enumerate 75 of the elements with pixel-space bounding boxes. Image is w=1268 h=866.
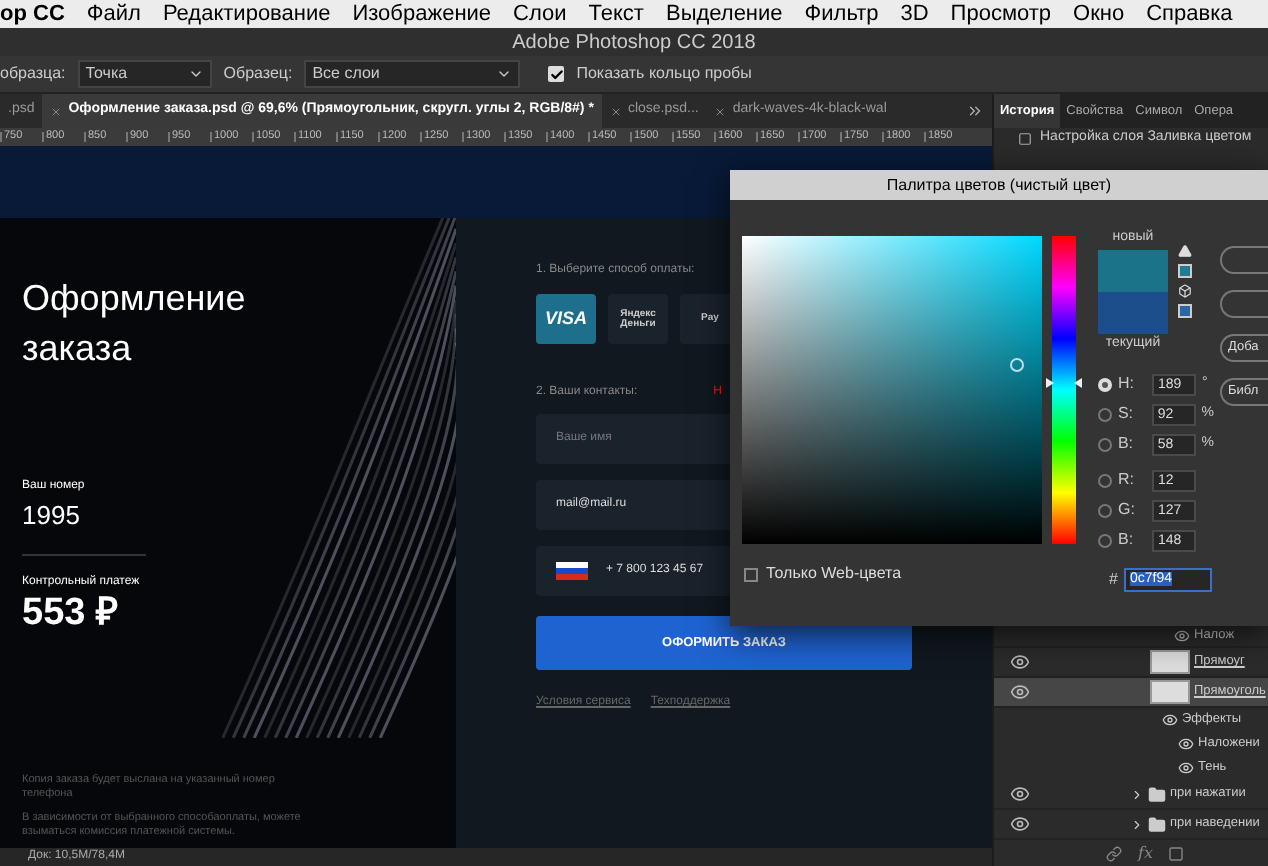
ring-checkbox[interactable] bbox=[548, 66, 565, 82]
current-color-swatch[interactable] bbox=[1098, 291, 1168, 333]
gamut-swatch[interactable] bbox=[1178, 264, 1192, 278]
value-label: S: bbox=[1117, 402, 1136, 426]
mode-radio[interactable] bbox=[1098, 533, 1112, 547]
dialog-title: Палитра цветов (чистый цвет) bbox=[886, 173, 1112, 197]
expand-icon[interactable] bbox=[1130, 817, 1144, 831]
mode-radio[interactable] bbox=[1098, 407, 1112, 421]
hue-slider-handle[interactable] bbox=[1046, 378, 1082, 389]
payment-amount: 553 ₽ bbox=[22, 591, 120, 635]
eye-icon[interactable] bbox=[1010, 682, 1030, 702]
eye-icon[interactable] bbox=[1010, 784, 1030, 804]
payment-method[interactable]: VISA bbox=[536, 294, 596, 344]
color-marker[interactable] bbox=[1010, 357, 1024, 372]
link-icon[interactable] bbox=[1106, 845, 1122, 861]
ring-label: Показать кольцо пробы bbox=[576, 62, 752, 86]
expand-icon[interactable] bbox=[1130, 787, 1144, 801]
hue-slider[interactable] bbox=[1046, 236, 1082, 544]
sample-select[interactable]: Все слои bbox=[304, 60, 521, 88]
fx-button[interactable]: fx bbox=[1138, 841, 1153, 865]
menu-item[interactable]: 3D bbox=[900, 0, 929, 31]
new-color-swatch bbox=[1098, 249, 1168, 291]
sample-label: Образец: bbox=[223, 62, 293, 86]
web-colors-label: Только Web-цвета bbox=[766, 562, 902, 586]
warning-icon[interactable] bbox=[1178, 244, 1192, 258]
history-icon bbox=[1018, 131, 1032, 145]
caret-icon bbox=[496, 66, 513, 82]
layer-thumbnail bbox=[1150, 680, 1190, 704]
eye-icon[interactable] bbox=[1010, 814, 1030, 834]
menu-item[interactable]: Текст bbox=[588, 0, 644, 31]
more-tabs-icon[interactable] bbox=[966, 102, 984, 120]
flag-icon bbox=[556, 561, 588, 581]
eye-icon[interactable] bbox=[1162, 712, 1178, 728]
menu-item[interactable]: Слои bbox=[513, 0, 567, 31]
cube-icon[interactable] bbox=[1178, 284, 1192, 298]
menu-item[interactable]: Фильтр bbox=[804, 0, 879, 31]
order-number: 1995 bbox=[22, 498, 82, 534]
app-menu[interactable]: ор CC bbox=[0, 0, 65, 31]
menu-item[interactable]: Справка bbox=[1146, 0, 1233, 31]
eye-icon[interactable] bbox=[1174, 627, 1190, 643]
page-title: Оформление заказа bbox=[22, 276, 248, 372]
layer-thumbnail bbox=[1150, 650, 1190, 674]
eye-icon[interactable] bbox=[1178, 760, 1194, 776]
menu-item[interactable]: Изображение bbox=[352, 0, 492, 31]
mode-radio[interactable] bbox=[1098, 473, 1112, 487]
menu-item[interactable]: Редактирование bbox=[162, 0, 331, 31]
value-label: B: bbox=[1117, 432, 1136, 456]
mask-icon[interactable] bbox=[1168, 845, 1185, 861]
dialog-button[interactable] bbox=[1220, 290, 1268, 318]
menu-item[interactable]: Файл bbox=[86, 0, 141, 31]
window-title: Adobe Photoshop CC 2018 bbox=[512, 29, 756, 57]
dialog-button[interactable] bbox=[1220, 246, 1268, 274]
mode-radio[interactable] bbox=[1098, 437, 1112, 451]
hex-label: # bbox=[1107, 568, 1118, 592]
web-swatch[interactable] bbox=[1178, 304, 1192, 318]
value-label: G: bbox=[1118, 498, 1137, 522]
value-label: B: bbox=[1118, 528, 1136, 552]
value-label: R: bbox=[1118, 468, 1136, 492]
web-colors-checkbox[interactable] bbox=[744, 567, 758, 581]
menu-item[interactable]: Окно bbox=[1073, 0, 1125, 31]
close-icon[interactable] bbox=[609, 105, 622, 117]
folder-icon bbox=[1148, 815, 1166, 833]
color-field[interactable] bbox=[742, 236, 1042, 544]
eye-icon[interactable] bbox=[1178, 736, 1194, 752]
sample-size-select[interactable]: Точка bbox=[77, 60, 212, 88]
eye-icon[interactable] bbox=[1010, 652, 1030, 672]
close-icon[interactable] bbox=[714, 105, 727, 117]
close-icon[interactable] bbox=[50, 105, 63, 117]
mode-radio[interactable] bbox=[1098, 503, 1112, 517]
menu-item[interactable]: Выделение bbox=[665, 0, 783, 31]
menu-item[interactable]: Просмотр bbox=[950, 0, 1052, 31]
value-label: H: bbox=[1118, 372, 1136, 396]
folder-icon bbox=[1148, 785, 1166, 803]
caret-icon bbox=[187, 66, 204, 82]
sample-size-label: образца: bbox=[0, 62, 66, 86]
